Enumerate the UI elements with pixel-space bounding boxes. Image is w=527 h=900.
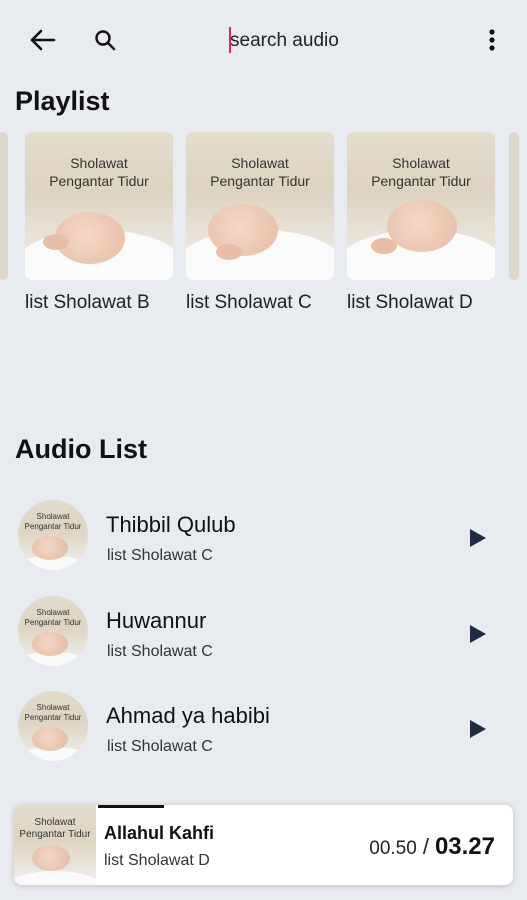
playlist-cover-image: Sholawat Pengantar Tidur <box>25 132 173 280</box>
mini-player[interactable]: Sholawat Pengantar Tidur Allahul Kahfi li… <box>14 805 513 885</box>
playlist-card-label: list Sholawat B <box>25 292 150 313</box>
more-options-button[interactable] <box>478 22 506 58</box>
audio-playlist-label: list Sholawat C <box>107 643 213 660</box>
list-item[interactable]: Sholawat Pengantar Tidur Thibbil Qulub li… <box>0 500 527 580</box>
audio-thumbnail: Sholawat Pengantar Tidur <box>18 691 88 761</box>
audio-list-section-title: Audio List <box>15 434 147 464</box>
now-playing-thumbnail: Sholawat Pengantar Tidur <box>14 805 96 885</box>
playlist-section-title: Playlist <box>15 86 110 116</box>
list-item[interactable]: Sholawat Pengantar Tidur Ahmad ya habibi … <box>0 691 527 771</box>
play-icon[interactable] <box>466 718 488 740</box>
audio-playlist-label: list Sholawat C <box>107 738 213 755</box>
more-vertical-icon <box>489 29 495 51</box>
playlist-cover-image: Sholawat Pengantar Tidur <box>186 132 334 280</box>
playlist-card[interactable]: Sholawat Pengantar Tidur list Sholawat D <box>347 132 495 314</box>
audio-playlist-label: list Sholawat C <box>107 547 213 564</box>
arrow-left-icon <box>30 29 56 51</box>
text-caret <box>229 27 231 53</box>
time-separator: / <box>422 834 429 859</box>
playback-progress-bar[interactable] <box>98 805 164 808</box>
now-playing-title: Allahul Kahfi <box>104 823 215 843</box>
playlist-card[interactable]: Sholawat Pengantar Tidur list Sholawat C <box>186 132 334 314</box>
playlist-card-label: list Sholawat C <box>186 292 312 313</box>
play-icon[interactable] <box>466 527 488 549</box>
list-item[interactable]: Sholawat Pengantar Tidur Huwannur list Sh… <box>0 596 527 676</box>
play-icon[interactable] <box>466 623 488 645</box>
playback-time: 00.50 / 03.27 <box>369 833 495 861</box>
back-button[interactable] <box>22 22 62 58</box>
top-bar <box>0 0 527 80</box>
audio-title: Ahmad ya habibi <box>106 703 270 728</box>
audio-thumbnail: Sholawat Pengantar Tidur <box>18 500 88 570</box>
playlist-carousel[interactable]: Sholawat Pengantar Tidur list Sholawat B … <box>0 132 527 322</box>
playlist-card[interactable]: Sholawat Pengantar Tidur list Sholawat B <box>25 132 173 314</box>
search-icon <box>95 30 116 51</box>
playlist-card-partial-right[interactable] <box>509 132 519 280</box>
audio-thumbnail: Sholawat Pengantar Tidur <box>18 596 88 666</box>
total-time: 03.27 <box>434 833 495 860</box>
search-button[interactable] <box>88 22 122 58</box>
playlist-cover-image: Sholawat Pengantar Tidur <box>347 132 495 280</box>
now-playing-playlist: list Sholawat D <box>104 852 210 869</box>
audio-title: Thibbil Qulub <box>106 512 236 537</box>
audio-title: Huwannur <box>106 608 207 633</box>
playlist-card-label: list Sholawat D <box>347 292 473 313</box>
playlist-card-partial-left[interactable] <box>0 132 8 280</box>
current-time: 00.50 <box>369 838 417 859</box>
search-input[interactable] <box>228 26 460 56</box>
